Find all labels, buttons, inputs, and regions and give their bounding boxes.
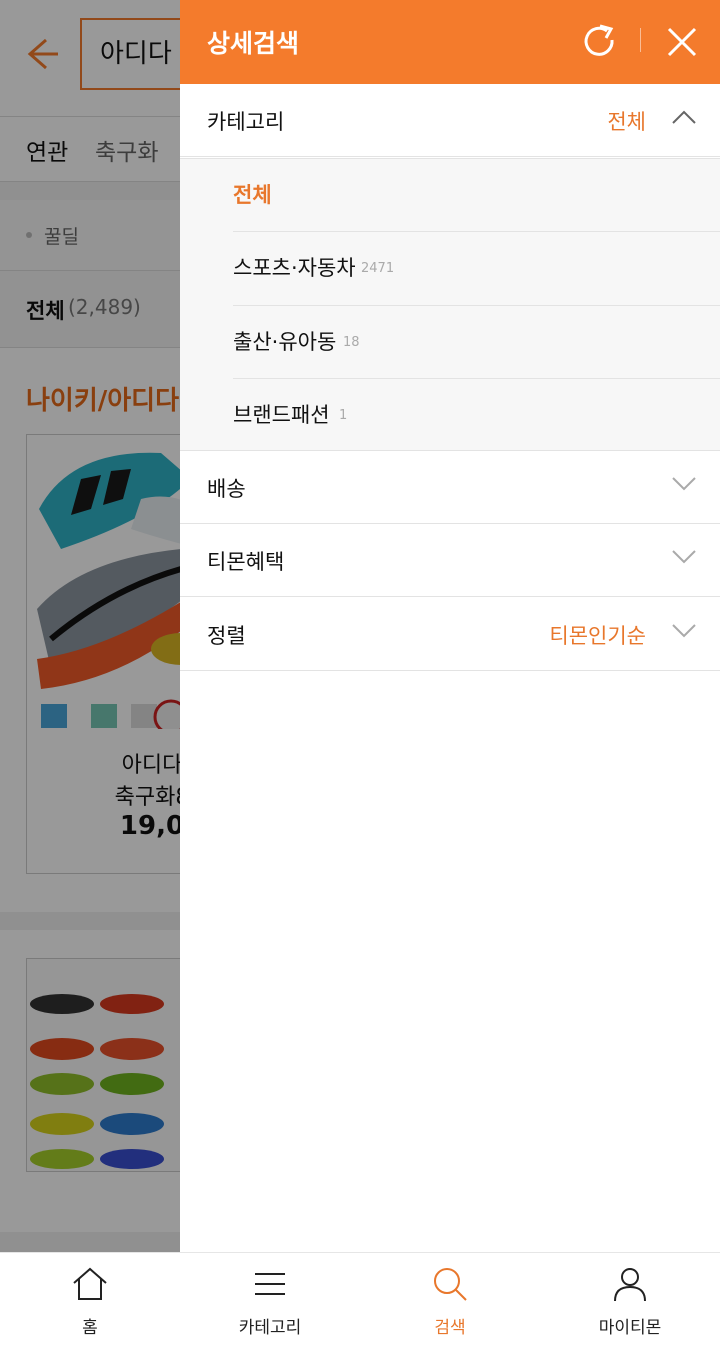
delivery-section-header[interactable]: 배송: [180, 451, 720, 524]
sort-section-header[interactable]: 정렬 티몬인기순: [180, 598, 720, 671]
header-divider: [640, 28, 641, 52]
category-label: 카테고리: [207, 110, 285, 134]
benefit-section-header[interactable]: 티몬혜택: [180, 524, 720, 597]
nav-mytmon-label: 마이티몬: [598, 1318, 662, 1338]
menu-icon: [255, 1273, 285, 1295]
category-option-label: 브랜드패션: [233, 403, 330, 427]
bottom-nav: 홈 카테고리 검색 마이티몬: [0, 1252, 720, 1347]
nav-home[interactable]: 홈: [0, 1253, 180, 1347]
category-section-header[interactable]: 카테고리 전체: [180, 84, 720, 157]
user-icon: [614, 1268, 646, 1302]
nav-category-label: 카테고리: [238, 1318, 302, 1338]
nav-search-label: 검색: [434, 1318, 466, 1338]
category-option-label: 출산·유아동: [233, 330, 337, 354]
category-value: 전체: [607, 110, 646, 134]
category-option-label: 전체: [233, 183, 272, 207]
nav-search[interactable]: 검색: [360, 1253, 540, 1347]
refresh-icon[interactable]: [578, 20, 622, 64]
chevron-down-icon: [672, 550, 696, 564]
filter-drawer: 상세검색 카테고리 전체 전체 스포츠·자동차 2471 출산·유아동 18 브…: [180, 0, 720, 1252]
category-option-baby[interactable]: 출산·유아동 18: [233, 305, 720, 378]
app: 아디다 연관 축구화 꿀딜 전체 (2,489) 나이키/아디다 아디다 축구화…: [0, 0, 720, 1347]
category-option-count: 1: [339, 408, 348, 423]
category-options: 전체 스포츠·자동차 2471 출산·유아동 18 브랜드패션 1: [180, 158, 720, 451]
drawer-header: 상세검색: [180, 0, 720, 84]
category-option-brand-fashion[interactable]: 브랜드패션 1: [233, 378, 720, 451]
chevron-down-icon: [672, 477, 696, 491]
search-icon: [434, 1268, 467, 1301]
nav-mytmon[interactable]: 마이티몬: [540, 1253, 720, 1347]
sort-value: 티몬인기순: [549, 624, 646, 648]
delivery-label: 배송: [207, 477, 246, 501]
chevron-up-icon: [672, 110, 696, 124]
drawer-title: 상세검색: [207, 29, 300, 58]
category-option-count: 18: [343, 335, 360, 350]
home-icon: [73, 1267, 107, 1300]
category-option-count: 2471: [361, 261, 395, 276]
close-icon[interactable]: [660, 20, 704, 64]
sort-label: 정렬: [207, 624, 246, 648]
nav-home-label: 홈: [82, 1318, 98, 1338]
nav-category[interactable]: 카테고리: [180, 1253, 360, 1347]
category-option-sports[interactable]: 스포츠·자동차 2471: [233, 231, 720, 304]
benefit-label: 티몬혜택: [207, 550, 285, 574]
chevron-down-icon: [672, 624, 696, 638]
category-option-label: 스포츠·자동차: [233, 256, 356, 280]
category-option-all[interactable]: 전체: [233, 159, 720, 232]
